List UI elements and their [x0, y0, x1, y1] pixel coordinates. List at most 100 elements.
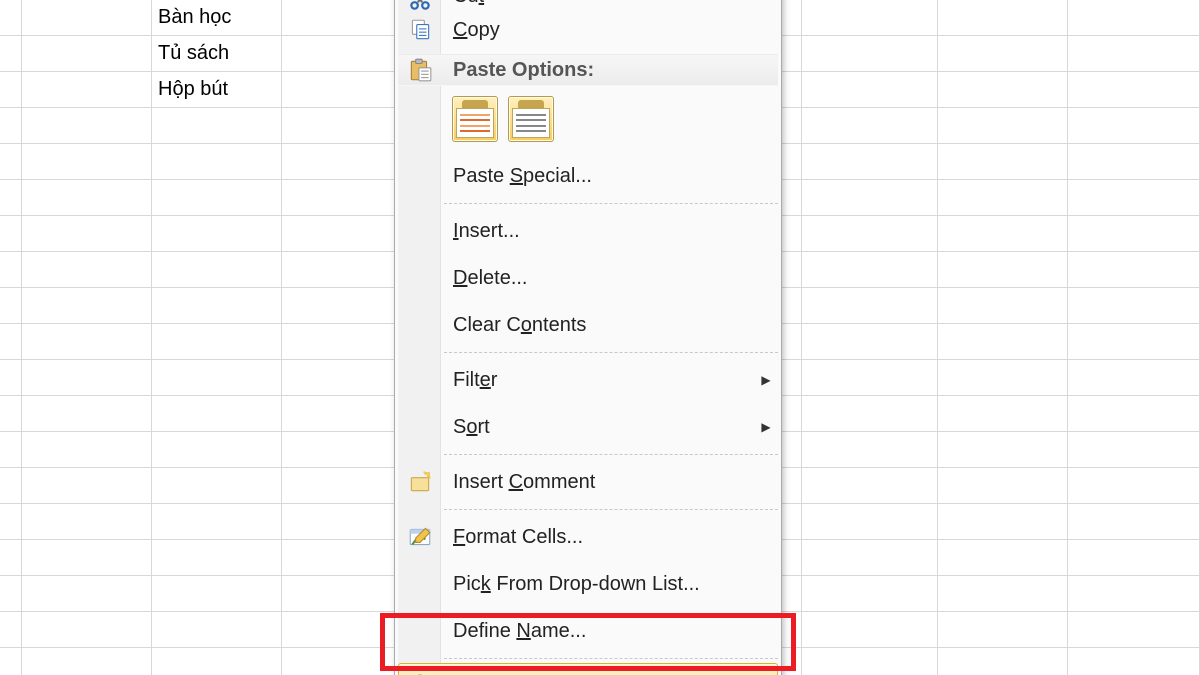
cell[interactable]: [802, 216, 938, 252]
cell[interactable]: [22, 396, 152, 432]
cell[interactable]: [938, 612, 1068, 648]
cell[interactable]: [282, 468, 412, 504]
cell[interactable]: [0, 468, 22, 504]
cell[interactable]: [22, 108, 152, 144]
cell[interactable]: [802, 36, 938, 72]
cell[interactable]: [152, 540, 282, 576]
cell[interactable]: [22, 648, 152, 675]
menu-item-sort[interactable]: Sort ▶: [398, 404, 778, 450]
cell[interactable]: [282, 648, 412, 675]
cell[interactable]: [0, 180, 22, 216]
cell[interactable]: [152, 612, 282, 648]
cell[interactable]: [1068, 504, 1200, 540]
cell[interactable]: [1068, 396, 1200, 432]
menu-item-format-cells[interactable]: Format Cells...: [398, 514, 778, 560]
cell[interactable]: [282, 504, 412, 540]
cell[interactable]: [802, 504, 938, 540]
cell[interactable]: [282, 180, 412, 216]
cell[interactable]: [1068, 0, 1200, 36]
menu-item-delete[interactable]: Delete...: [398, 255, 778, 301]
menu-item-paste-special[interactable]: Paste Special...: [398, 153, 778, 199]
cell[interactable]: [152, 108, 282, 144]
cell[interactable]: [1068, 576, 1200, 612]
cell[interactable]: [1068, 36, 1200, 72]
cell[interactable]: [802, 468, 938, 504]
cell[interactable]: [938, 0, 1068, 36]
menu-item-hyperlink[interactable]: Hyperlink...: [398, 663, 778, 675]
cell[interactable]: [282, 576, 412, 612]
cell[interactable]: [0, 360, 22, 396]
cell[interactable]: [282, 360, 412, 396]
cell[interactable]: [802, 648, 938, 675]
cell[interactable]: [0, 396, 22, 432]
paste-option-values-only[interactable]: [508, 96, 554, 142]
cell[interactable]: [152, 180, 282, 216]
cell[interactable]: [802, 324, 938, 360]
cell[interactable]: [1068, 108, 1200, 144]
cell[interactable]: Hộp bút: [152, 72, 282, 108]
cell[interactable]: [1068, 648, 1200, 675]
cell[interactable]: [282, 72, 412, 108]
cell[interactable]: [938, 180, 1068, 216]
cell[interactable]: [22, 540, 152, 576]
cell[interactable]: [1068, 360, 1200, 396]
cell[interactable]: [0, 540, 22, 576]
cell[interactable]: [802, 432, 938, 468]
cell[interactable]: [282, 612, 412, 648]
cell[interactable]: [1068, 72, 1200, 108]
cell-context-menu[interactable]: Cut Copy Paste Options:: [394, 0, 782, 675]
cell[interactable]: [152, 576, 282, 612]
cell[interactable]: [938, 432, 1068, 468]
cell[interactable]: [802, 108, 938, 144]
cell[interactable]: [0, 576, 22, 612]
cell[interactable]: [282, 144, 412, 180]
cell[interactable]: [1068, 180, 1200, 216]
cell[interactable]: [938, 324, 1068, 360]
cell[interactable]: [0, 0, 22, 36]
cell[interactable]: [22, 0, 152, 36]
cell[interactable]: [282, 108, 412, 144]
cell[interactable]: [802, 72, 938, 108]
cell[interactable]: Tủ sách: [152, 36, 282, 72]
cell[interactable]: [938, 144, 1068, 180]
cell[interactable]: [938, 504, 1068, 540]
cell[interactable]: [282, 36, 412, 72]
cell[interactable]: [152, 504, 282, 540]
cell[interactable]: [152, 468, 282, 504]
cell[interactable]: [22, 216, 152, 252]
cell[interactable]: [22, 288, 152, 324]
cell[interactable]: [282, 216, 412, 252]
cell[interactable]: [152, 360, 282, 396]
cell[interactable]: [938, 72, 1068, 108]
cell[interactable]: [938, 576, 1068, 612]
cell[interactable]: [152, 432, 282, 468]
cell[interactable]: [22, 468, 152, 504]
cell[interactable]: [282, 540, 412, 576]
cell[interactable]: [938, 36, 1068, 72]
menu-item-insert-comment[interactable]: Insert Comment: [398, 459, 778, 505]
cell[interactable]: [22, 432, 152, 468]
cell[interactable]: [938, 252, 1068, 288]
cell[interactable]: [0, 612, 22, 648]
cell[interactable]: [802, 612, 938, 648]
cell[interactable]: [22, 360, 152, 396]
cell[interactable]: [0, 324, 22, 360]
cell[interactable]: [152, 144, 282, 180]
cell[interactable]: [938, 108, 1068, 144]
cell[interactable]: [802, 576, 938, 612]
paste-option-keep-formatting[interactable]: [452, 96, 498, 142]
cell[interactable]: [22, 36, 152, 72]
cell[interactable]: [938, 540, 1068, 576]
menu-item-pick-from-list[interactable]: Pick From Drop-down List...: [398, 561, 778, 607]
cell[interactable]: [0, 108, 22, 144]
cell[interactable]: [938, 216, 1068, 252]
cell[interactable]: [1068, 432, 1200, 468]
cell[interactable]: [0, 432, 22, 468]
cell[interactable]: [282, 324, 412, 360]
cell[interactable]: [0, 648, 22, 675]
cell[interactable]: [22, 504, 152, 540]
cell[interactable]: [152, 324, 282, 360]
cell[interactable]: [152, 216, 282, 252]
cell[interactable]: [1068, 144, 1200, 180]
cell[interactable]: [152, 648, 282, 675]
